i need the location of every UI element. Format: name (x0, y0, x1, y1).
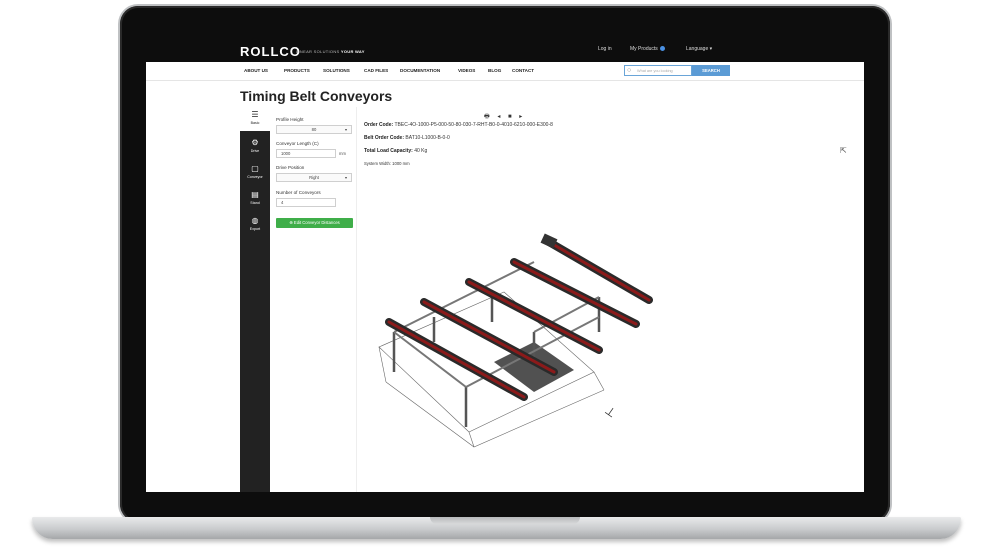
conveyor-3d-model[interactable]: ⊥ (374, 222, 654, 452)
brand-tagline: LINEAR SOLUTIONS YOUR WAY (296, 49, 365, 54)
conveyor-length-unit: mm (339, 151, 346, 156)
load-capacity: Total Load Capacity: 40 Kg (364, 148, 428, 154)
sidebar-label: Export (249, 227, 261, 231)
num-conveyors-input[interactable]: 4 (276, 198, 336, 207)
conveyor-length-label: Conveyor Length (C) (276, 141, 319, 146)
list-icon: ☰ (251, 110, 259, 119)
info-icon (659, 46, 665, 51)
svg-text:⊥: ⊥ (602, 403, 619, 420)
profile-height-label: Profile Height (276, 117, 304, 122)
viewer-toolbar[interactable]: 🖶 ◂ ■ ▸ (484, 112, 525, 122)
drive-position-label: Drive Position (276, 165, 305, 170)
laptop-notch (430, 517, 580, 524)
brand-logo[interactable]: ROLLCO (240, 44, 301, 59)
panel-divider (356, 107, 357, 492)
nav-documentation[interactable]: DOCUMENTATION (400, 68, 440, 73)
box-icon: ▢ (251, 164, 259, 173)
nav-videos[interactable]: VIDEOS (458, 68, 475, 73)
num-conveyors-label: Number of Conveyors (276, 190, 321, 195)
sidebar-label: Drive (250, 149, 260, 153)
sidebar-label: Conveyor (247, 175, 263, 179)
my-products-link[interactable]: My Products (630, 46, 665, 52)
profile-height-value: 80 (311, 127, 317, 132)
nav-contact[interactable]: CONTACT (512, 68, 534, 73)
edit-conveyor-distances-button[interactable]: ⊕ Edit Conveyor Distances (276, 218, 353, 228)
conveyor-length-input[interactable]: 1000 (276, 149, 336, 158)
mouse-cursor-icon: ⇱ (840, 146, 847, 155)
sidebar-item-conveyor[interactable]: ▢ Conveyor (240, 161, 270, 185)
search-icon: ○ (627, 67, 632, 74)
sidebar-item-stand[interactable]: ▤ Stand (240, 187, 270, 211)
search-placeholder: What are you looking (637, 69, 673, 73)
laptop-screen: ROLLCO LINEAR SOLUTIONS YOUR WAY Log in … (146, 40, 864, 492)
main-nav: ABOUT US PRODUCTS SOLUTIONS CAD FILES DO… (146, 62, 864, 81)
login-link[interactable]: Log in (598, 46, 612, 52)
nav-products[interactable]: PRODUCTS (284, 68, 310, 73)
drive-position-value: Right (309, 175, 319, 180)
sidebar-item-basic[interactable]: ☰ Basic (240, 107, 270, 131)
chevron-down-icon: ▾ (344, 175, 347, 180)
sidebar-label: Basic (250, 121, 260, 125)
site-header: ROLLCO LINEAR SOLUTIONS YOUR WAY Log in … (146, 40, 864, 62)
nav-blog[interactable]: BLOG (488, 68, 501, 73)
stand-icon: ▤ (251, 190, 259, 199)
search-input[interactable]: ○ What are you looking (624, 65, 692, 76)
drive-position-select[interactable]: Right ▾ (276, 173, 352, 182)
profile-height-select[interactable]: 80 ▾ (276, 125, 352, 134)
nav-about-us[interactable]: ABOUT US (244, 68, 268, 73)
nav-cad-files[interactable]: CAD FILES (364, 68, 388, 73)
language-select[interactable]: Language ▾ (686, 46, 712, 52)
sidebar-item-export[interactable]: ◍ Export (240, 213, 270, 237)
system-width: System Width: 1000 mm (364, 161, 410, 166)
search-button[interactable]: SEARCH (692, 65, 730, 76)
export-icon: ◍ (251, 216, 259, 225)
gear-icon: ⚙ (251, 138, 259, 147)
chevron-down-icon: ▾ (344, 127, 347, 132)
sidebar-item-drive[interactable]: ⚙ Drive (240, 135, 270, 159)
nav-solutions[interactable]: SOLUTIONS (323, 68, 350, 73)
sidebar-label: Stand (250, 201, 260, 205)
order-code: Order Code: TBEC-4O-1000-P5-000-50-80-03… (364, 122, 553, 128)
belt-order-code: Belt Order Code: BAT10-L1000-B-0-0 (364, 135, 450, 141)
page-title: Timing Belt Conveyors (240, 88, 393, 104)
config-sidebar: ☰ Basic ⚙ Drive ▢ Conveyor ▤ Stand ◍ Exp… (240, 107, 270, 492)
